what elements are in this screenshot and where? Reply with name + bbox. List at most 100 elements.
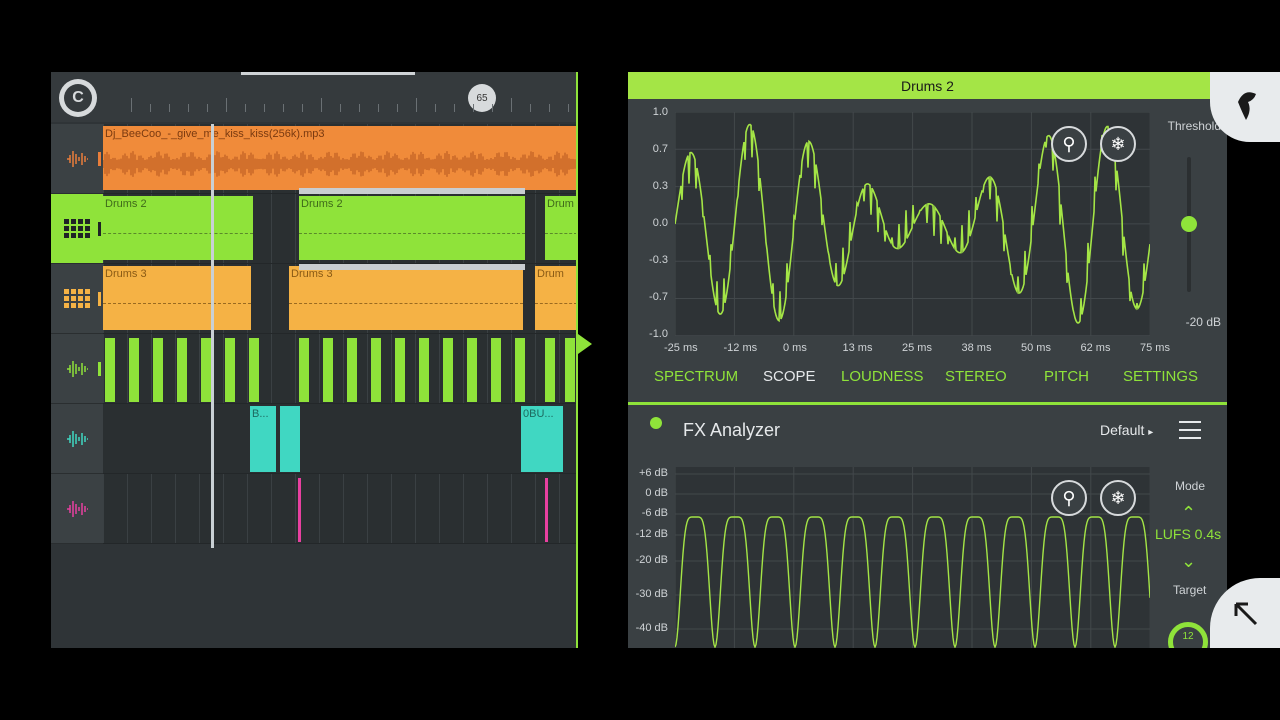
audio-clip-pink[interactable] (545, 478, 548, 542)
power-toggle[interactable] (650, 417, 662, 429)
audio-clip-green[interactable] (443, 338, 453, 402)
ruler-tick (150, 104, 151, 112)
ruler-tick (378, 104, 379, 112)
audio-clip-green[interactable] (153, 338, 163, 402)
tab-loudness[interactable]: LOUDNESS (841, 368, 924, 385)
audio-clip-green[interactable] (225, 338, 235, 402)
expand-button[interactable] (1210, 578, 1280, 648)
ruler-tick (473, 104, 474, 112)
pattern-clip-drums3[interactable]: Drums 3 (103, 266, 251, 330)
caret-right-icon: ▸ (1148, 427, 1154, 438)
chevron-up-icon[interactable]: ⌃ (1181, 503, 1196, 524)
clip-label: Drum (537, 268, 564, 280)
ruler-tick (131, 98, 132, 112)
timeline-ruler[interactable]: C 65 (51, 72, 577, 122)
tab-settings[interactable]: SETTINGS (1123, 368, 1198, 385)
track-header-teal-audio[interactable] (51, 404, 103, 474)
tab-stereo[interactable]: STEREO (945, 368, 1007, 385)
audio-clip-green[interactable] (299, 338, 309, 402)
audio-clip-green[interactable] (323, 338, 333, 402)
ruler-tick (264, 104, 265, 112)
audio-wave-icon (67, 430, 88, 447)
preset-selector[interactable]: Default ▸ (1100, 422, 1153, 438)
fl-logo-button[interactable]: C (59, 79, 97, 117)
audio-clip-green[interactable] (419, 338, 429, 402)
lane-green-audio (103, 334, 577, 404)
pattern-clip-drums3[interactable]: Drums 3 (289, 266, 523, 330)
audio-clip-green[interactable] (105, 338, 115, 402)
tab-scope[interactable]: SCOPE (763, 368, 816, 385)
audio-clip-green[interactable] (395, 338, 405, 402)
audio-clip-teal[interactable]: 0BU... (521, 406, 563, 472)
ruler-tick (416, 98, 417, 112)
audio-clip-green[interactable] (371, 338, 381, 402)
ruler-tick (454, 104, 455, 112)
panel-separator (628, 402, 1227, 405)
x-tick-label: 50 ms (1021, 342, 1051, 354)
lane-pink-audio (103, 474, 577, 544)
playlist-lanes[interactable]: Dj_BeeCoo_-_give_me_kiss_kiss(256k).mp3 … (103, 124, 577, 544)
ruler-tick (226, 98, 227, 112)
analyzer-tabs: SPECTRUM SCOPE LOUDNESS STEREO PITCH SET… (628, 362, 1227, 392)
pattern-clip-drums3[interactable]: Drum (535, 266, 577, 330)
audio-clip-green[interactable] (545, 338, 555, 402)
audio-clip-pink[interactable] (298, 478, 301, 542)
audio-clip[interactable]: Dj_BeeCoo_-_give_me_kiss_kiss(256k).mp3 (103, 126, 577, 190)
zoom-button[interactable]: ⚲ (1051, 126, 1087, 162)
y-tick-label: 0.7 (652, 143, 668, 155)
lane-teal-audio: B... 0BU... (103, 404, 577, 474)
audio-clip-teal[interactable]: B... (250, 406, 276, 472)
track-header-drums2[interactable] (51, 194, 103, 264)
track-header-audio[interactable] (51, 124, 103, 194)
freeze-button[interactable]: ❄ (1100, 480, 1136, 516)
tab-pitch[interactable]: PITCH (1044, 368, 1089, 385)
track-header-drums3[interactable] (51, 264, 103, 334)
fl-logo-icon: C (64, 84, 92, 112)
audio-clip-green[interactable] (249, 338, 259, 402)
audio-clip-green[interactable] (177, 338, 187, 402)
audio-clip-green[interactable] (201, 338, 211, 402)
x-tick-label: -25 ms (664, 342, 698, 354)
freeze-button[interactable]: ❄ (1100, 126, 1136, 162)
clip-label: Drums 2 (301, 198, 343, 210)
pattern-clip-drums2[interactable]: Drums 2 (299, 196, 525, 260)
x-tick-label: 62 ms (1080, 342, 1111, 354)
fl-fruit-menu-button[interactable] (1210, 72, 1280, 142)
audio-clip-green[interactable] (129, 338, 139, 402)
target-value: 12 (1182, 631, 1194, 642)
hamburger-menu-icon[interactable] (1179, 421, 1201, 439)
audio-clip-green[interactable] (515, 338, 525, 402)
play-position-arrow-icon[interactable] (578, 334, 592, 354)
threshold-slider-knob[interactable] (1181, 216, 1197, 232)
ruler-tick (340, 104, 341, 112)
snowflake-icon: ❄ (1110, 487, 1126, 508)
y-tick-label: -20 dB (635, 554, 668, 566)
track-header-pink-audio[interactable] (51, 474, 103, 544)
audio-clip-green[interactable] (347, 338, 357, 402)
selection-bar (299, 188, 525, 194)
tab-spectrum[interactable]: SPECTRUM (654, 368, 738, 385)
track-header-green-audio[interactable] (51, 334, 103, 404)
mode-value[interactable]: LUFS 0.4s (1155, 526, 1221, 542)
pattern-grid-icon (64, 219, 90, 238)
clip-label: Dj_BeeCoo_-_give_me_kiss_kiss(256k).mp3 (105, 128, 325, 140)
zoom-icon: ⚲ (1062, 133, 1076, 154)
x-tick-label: 13 ms (842, 342, 873, 354)
ruler-tick (397, 104, 398, 112)
ruler-scrollbar[interactable] (241, 72, 415, 75)
ruler-tick (530, 104, 531, 112)
audio-clip-green[interactable] (467, 338, 477, 402)
ruler-tick (188, 104, 189, 112)
clip-label: 0BU... (523, 408, 554, 420)
audio-clip-green[interactable] (565, 338, 575, 402)
channel-title[interactable]: Drums 2 (628, 72, 1227, 99)
pattern-clip-drums2[interactable]: Drum (545, 196, 577, 260)
zoom-button[interactable]: ⚲ (1051, 480, 1087, 516)
audio-clip-green[interactable] (491, 338, 501, 402)
target-knob[interactable]: 12 (1168, 622, 1208, 648)
pattern-clip-drums2[interactable]: Drums 2 (103, 196, 253, 260)
playhead[interactable] (211, 124, 214, 548)
selection-bar (299, 264, 525, 270)
chevron-down-icon[interactable]: ⌄ (1181, 551, 1196, 572)
audio-clip-teal[interactable] (280, 406, 300, 472)
